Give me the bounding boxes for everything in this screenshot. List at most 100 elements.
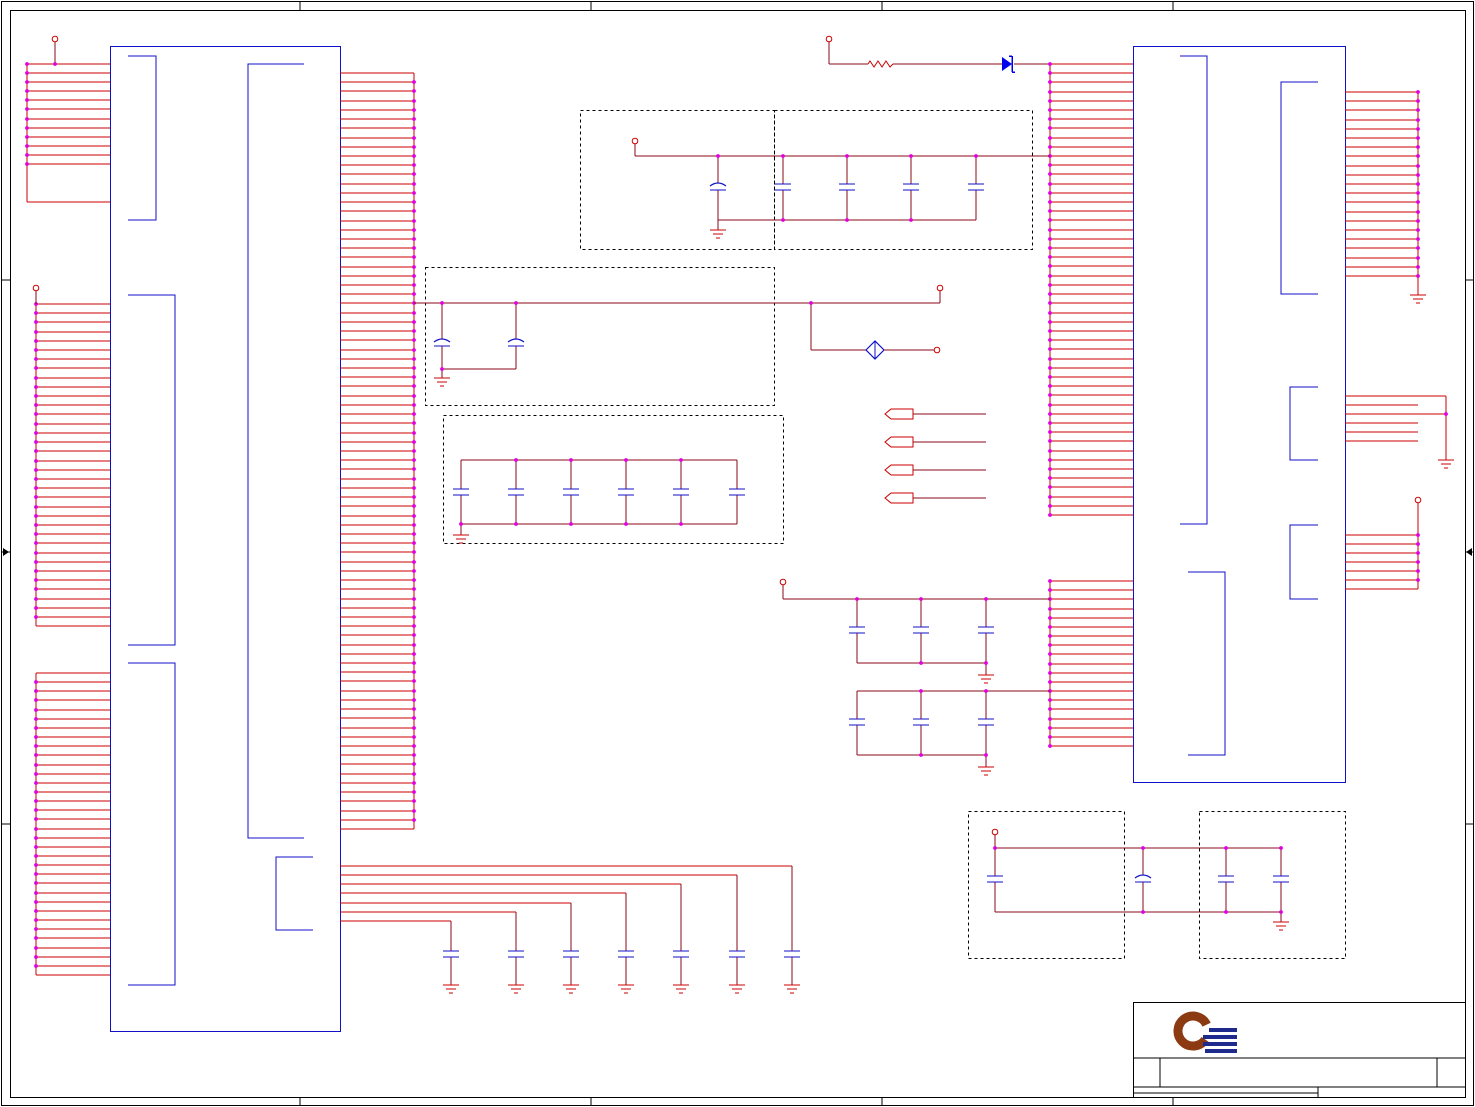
junction-dot [1048, 412, 1052, 416]
polarized-capacitor-icon [507, 303, 525, 369]
power-icon [51, 35, 59, 64]
junction-dot [1048, 200, 1052, 204]
junction-dot [34, 799, 38, 803]
junction-dot [34, 845, 38, 849]
pin-group-bracket [275, 856, 313, 931]
junction-dot [514, 301, 518, 305]
ground-icon [1438, 459, 1454, 469]
junction-dot [1048, 744, 1052, 748]
junction-dot [34, 495, 38, 499]
junction-dot [412, 661, 416, 665]
power-terminal [51, 35, 59, 43]
decoupling-group-2 [414, 284, 944, 387]
logo-ring [1173, 1011, 1211, 1051]
junction-dot [412, 514, 416, 518]
decoupling-group-1 [631, 137, 1050, 239]
junction-dot [412, 311, 416, 315]
junction-dot [1279, 846, 1283, 850]
ground-icon [784, 984, 800, 994]
junction-dot [25, 135, 29, 139]
diode-triangle [1002, 57, 1012, 71]
power-terminal [32, 284, 40, 292]
junction-dot [1048, 80, 1052, 84]
junction-dot [412, 320, 416, 324]
junction-dot [34, 955, 38, 959]
junction-dot [412, 781, 416, 785]
power-icon [936, 284, 944, 303]
junction-dot [679, 458, 683, 462]
power-terminal [825, 35, 833, 43]
decoupling-box-5 [968, 811, 1125, 959]
ground-icon [710, 229, 726, 239]
capacitor-icon [903, 156, 919, 220]
junction-dot [412, 643, 416, 647]
junction-dot [34, 854, 38, 858]
junction-dot [412, 265, 416, 269]
junction-dot [34, 578, 38, 582]
junction-dot [1416, 127, 1420, 131]
junction-dot [34, 909, 38, 913]
junction-dot [1416, 569, 1420, 573]
junction-dot [1048, 117, 1052, 121]
junction-dot [1048, 671, 1052, 675]
junction-dot [34, 477, 38, 481]
junction-dot [1048, 430, 1052, 434]
junction-dot [34, 505, 38, 509]
capacitor-icon [563, 903, 579, 985]
junction-dot [412, 615, 416, 619]
pin-group-bracket [128, 55, 157, 221]
junction-dot [34, 946, 38, 950]
junction-dot [1048, 495, 1052, 499]
power-terminal [1414, 496, 1422, 504]
junction-dot [1048, 504, 1052, 508]
junction-dot [25, 162, 29, 166]
junction-dot [984, 689, 988, 693]
junction-dot [1048, 172, 1052, 176]
ground-icon [1410, 294, 1426, 304]
junction-dot [412, 578, 416, 582]
junction-dot [1048, 99, 1052, 103]
junction-dot [412, 366, 416, 370]
junction-dot [34, 587, 38, 591]
junction-dot [1048, 71, 1052, 75]
junction-dot [412, 108, 416, 112]
ground-icon [673, 984, 689, 994]
ferrite-bead-icon [865, 340, 885, 360]
junction-dot [440, 367, 444, 371]
capacitor-icon [913, 599, 929, 663]
junction-dot [412, 99, 416, 103]
junction-dot [25, 144, 29, 148]
junction-dot [1416, 90, 1420, 94]
junction-dot [412, 532, 416, 536]
junction-dot [1048, 62, 1052, 66]
junction-dot [412, 136, 416, 140]
junction-dot [809, 301, 813, 305]
junction-dot [34, 412, 38, 416]
logo-stripe [1203, 1042, 1237, 1046]
decoupling-box-3 [425, 267, 775, 406]
junction-dot [34, 385, 38, 389]
junction-dot [1416, 533, 1420, 537]
junction-dot [1048, 237, 1052, 241]
junction-dot [412, 809, 416, 813]
junction-dot [412, 255, 416, 259]
junction-dot [1048, 228, 1052, 232]
junction-dot [1416, 118, 1420, 122]
port-icon [884, 408, 986, 420]
capacitor-icon [839, 156, 855, 220]
junction-dot [412, 292, 416, 296]
capacitor-icon [729, 875, 745, 985]
junction-dot [984, 753, 988, 757]
capacitor-icon [563, 460, 579, 524]
junction-dot [412, 421, 416, 425]
junction-dot [412, 606, 416, 610]
junction-dot [34, 936, 38, 940]
zone-arrow-icon [3, 548, 9, 556]
junction-dot [1416, 265, 1420, 269]
junction-dot [412, 679, 416, 683]
junction-dot [1048, 467, 1052, 471]
junction-dot [781, 154, 785, 158]
port-flag [884, 492, 914, 504]
junction-dot [1416, 154, 1420, 158]
decoupling-group-4 [779, 578, 1050, 684]
